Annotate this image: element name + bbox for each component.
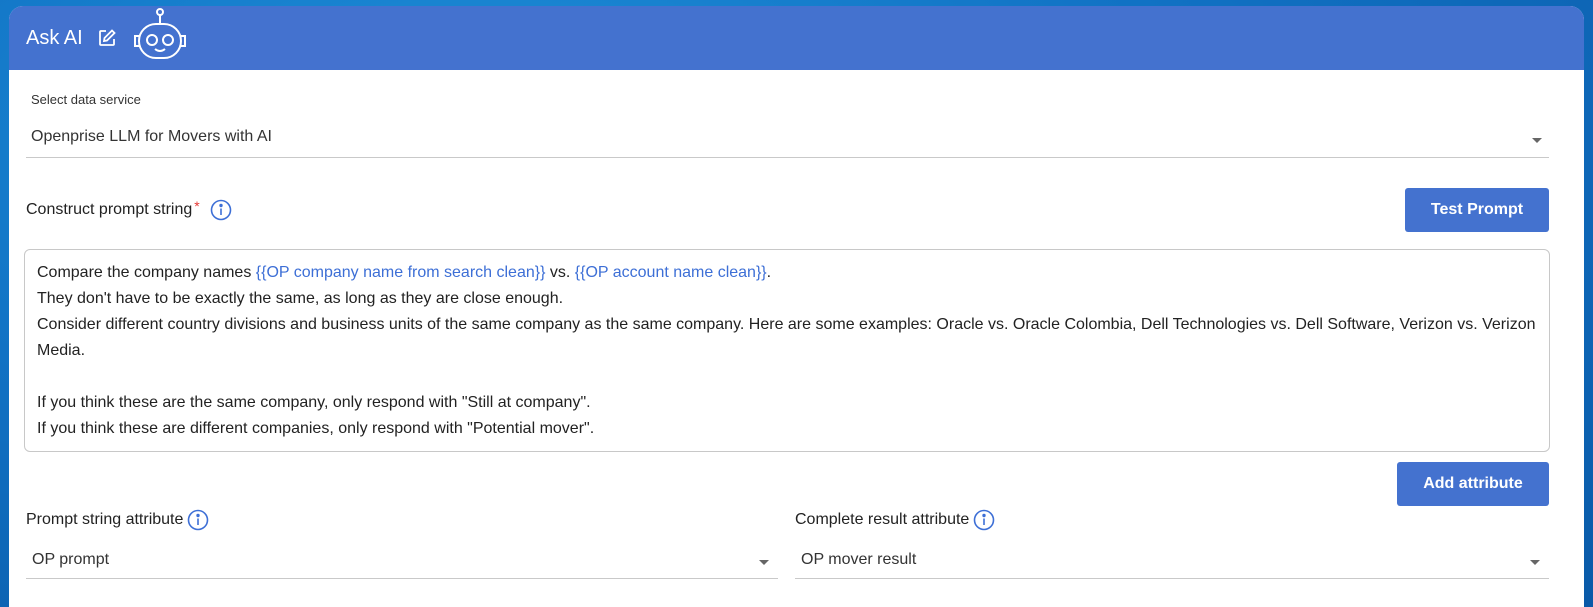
test-prompt-button[interactable]: Test Prompt [1405,188,1549,232]
prompt-text: vs. [545,264,575,281]
chevron-down-icon [1532,138,1542,143]
result-attribute-label-text: Complete result attribute [795,511,970,528]
prompt-attribute-select[interactable]: OP prompt [26,541,778,579]
info-icon[interactable] [973,509,995,531]
prompt-line: If you think these are different compani… [37,420,595,437]
data-service-label: Select data service [31,92,141,107]
data-service-select[interactable]: Openprise LLM for Movers with AI [26,116,1549,158]
panel-header: Ask AI [9,6,1584,70]
info-icon[interactable] [210,199,232,221]
prompt-line: Compare the company names {{OP company n… [37,260,1537,286]
prompt-attribute-label: Prompt string attribute [26,509,209,531]
prompt-label-text: Construct prompt string [26,201,193,218]
info-icon[interactable] [187,509,209,531]
result-attribute-label: Complete result attribute [795,509,995,531]
edit-icon[interactable] [97,28,117,48]
variable-token[interactable]: {{OP company name from search clean}} [256,264,546,281]
chevron-down-icon [759,560,769,565]
prompt-line: Consider different country divisions and… [37,316,1536,359]
robot-icon [125,6,195,66]
chevron-down-icon [1530,560,1540,565]
variable-token[interactable]: {{OP account name clean}} [575,264,767,281]
data-service-value: Openprise LLM for Movers with AI [31,127,272,145]
prompt-text: Compare the company names [37,264,256,281]
prompt-attribute-value: OP prompt [32,550,110,568]
prompt-blank-line [37,364,1537,390]
ask-ai-panel: Ask AI Select data service Openprise LLM… [9,6,1584,607]
prompt-line: They don't have to be exactly the same, … [37,290,564,307]
prompt-string-label: Construct prompt string * [26,198,232,221]
required-marker: * [194,198,200,214]
add-attribute-button[interactable]: Add attribute [1397,462,1549,506]
result-attribute-select[interactable]: OP mover result [795,541,1549,579]
panel-title: Ask AI [26,26,83,49]
prompt-text: . [766,264,772,281]
prompt-textarea[interactable]: Compare the company names {{OP company n… [24,249,1550,452]
prompt-attribute-label-text: Prompt string attribute [26,511,184,528]
result-attribute-value: OP mover result [801,550,917,568]
prompt-line: If you think these are the same company,… [37,394,591,411]
